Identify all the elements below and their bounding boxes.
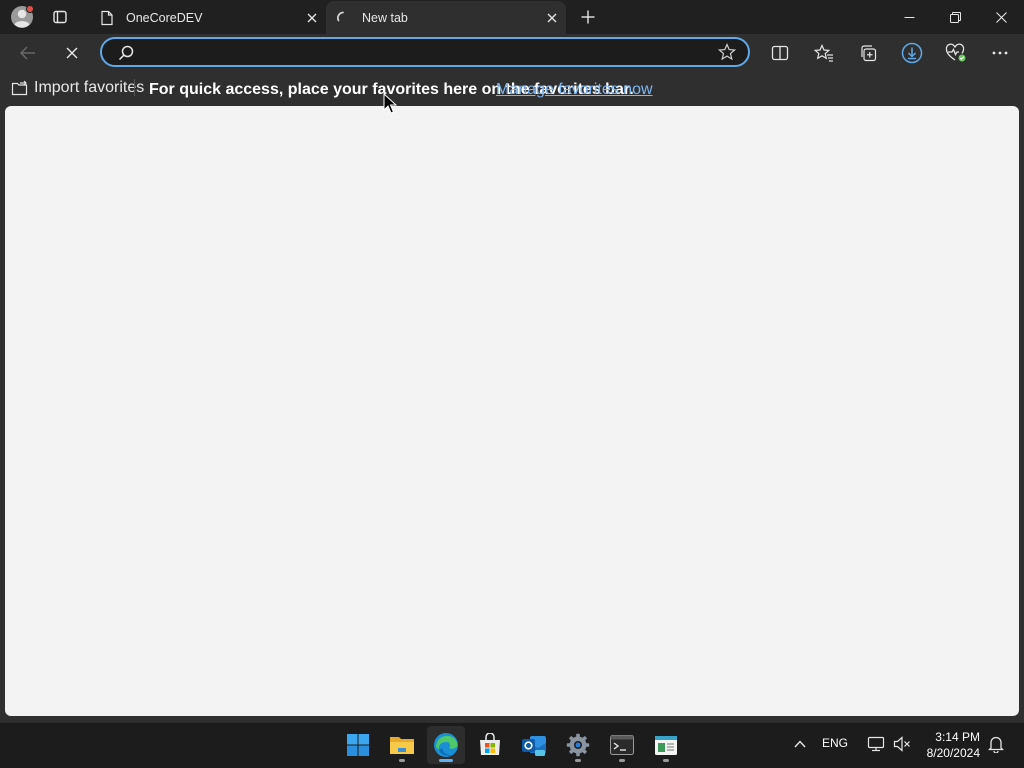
running-indicator (619, 759, 625, 762)
outlook-icon (521, 733, 547, 757)
notepad-icon (654, 734, 678, 756)
running-indicator (399, 759, 405, 762)
favorites-divider (134, 79, 135, 96)
tab-actions-menu-icon[interactable] (46, 4, 74, 30)
close-tab-icon[interactable] (538, 6, 566, 30)
add-favorite-star-icon[interactable] (716, 41, 738, 63)
input-language-indicator[interactable]: ENG (822, 736, 848, 750)
taskbar-settings[interactable] (559, 726, 597, 764)
taskbar-microsoft-store[interactable] (471, 726, 509, 764)
close-tab-icon[interactable] (298, 6, 326, 30)
search-icon (116, 43, 136, 63)
settings-icon (566, 733, 590, 757)
import-favorites-button[interactable]: Import favorites (10, 78, 144, 98)
terminal-icon (610, 735, 634, 755)
microsoft-store-icon (478, 733, 502, 757)
running-indicator (439, 759, 453, 762)
network-icon[interactable] (866, 733, 886, 755)
taskbar-notepad[interactable] (647, 726, 685, 764)
new-tab-plus-icon[interactable] (574, 4, 602, 30)
browser-essentials-heart-icon[interactable] (941, 38, 971, 68)
edge-icon (433, 732, 459, 758)
back-arrow-icon[interactable] (14, 38, 42, 68)
taskbar-file-explorer[interactable] (383, 726, 421, 764)
notifications-bell-icon[interactable] (986, 734, 1006, 754)
mouse-cursor-icon (383, 93, 397, 115)
clock-date: 8/20/2024 (926, 746, 980, 760)
address-input[interactable] (144, 40, 708, 66)
clock-time: 3:14 PM (935, 730, 980, 744)
system-clock[interactable]: 3:14 PM 8/20/2024 (920, 729, 980, 761)
manage-favorites-link[interactable]: Manage favorites now (496, 81, 653, 99)
minimize-window-icon[interactable] (886, 0, 932, 34)
page-content-blank (5, 106, 1019, 716)
close-window-icon[interactable] (978, 0, 1024, 34)
start-icon (346, 733, 370, 757)
tab-new-tab[interactable]: New tab (326, 1, 566, 34)
running-indicator (663, 759, 669, 762)
import-favorites-label: Import favorites (34, 79, 145, 96)
tab-label: New tab (362, 10, 408, 25)
restore-window-icon[interactable] (932, 0, 978, 34)
collections-icon[interactable] (853, 38, 883, 68)
tab-label: OneCoreDEV (126, 10, 203, 25)
profile-avatar-icon[interactable] (8, 4, 36, 30)
file-explorer-icon (389, 734, 415, 756)
taskbar-terminal[interactable] (603, 726, 641, 764)
loading-spinner-icon (334, 9, 352, 27)
favorites-icon[interactable] (809, 38, 839, 68)
show-hidden-icons-chevron-up-icon[interactable] (790, 734, 810, 754)
split-screen-icon[interactable] (765, 38, 795, 68)
more-options-ellipsis-icon[interactable] (985, 38, 1015, 68)
start-button[interactable] (339, 726, 377, 764)
taskbar-outlook[interactable] (515, 726, 553, 764)
tab-onecoredev[interactable]: OneCoreDEV (88, 1, 326, 34)
taskbar-edge[interactable] (427, 726, 465, 764)
stop-loading-icon[interactable] (58, 38, 86, 68)
downloads-icon[interactable] (897, 38, 927, 68)
import-favorites-icon (10, 79, 28, 97)
volume-muted-icon[interactable] (892, 733, 912, 755)
running-indicator (575, 759, 581, 762)
page-icon (98, 9, 116, 27)
